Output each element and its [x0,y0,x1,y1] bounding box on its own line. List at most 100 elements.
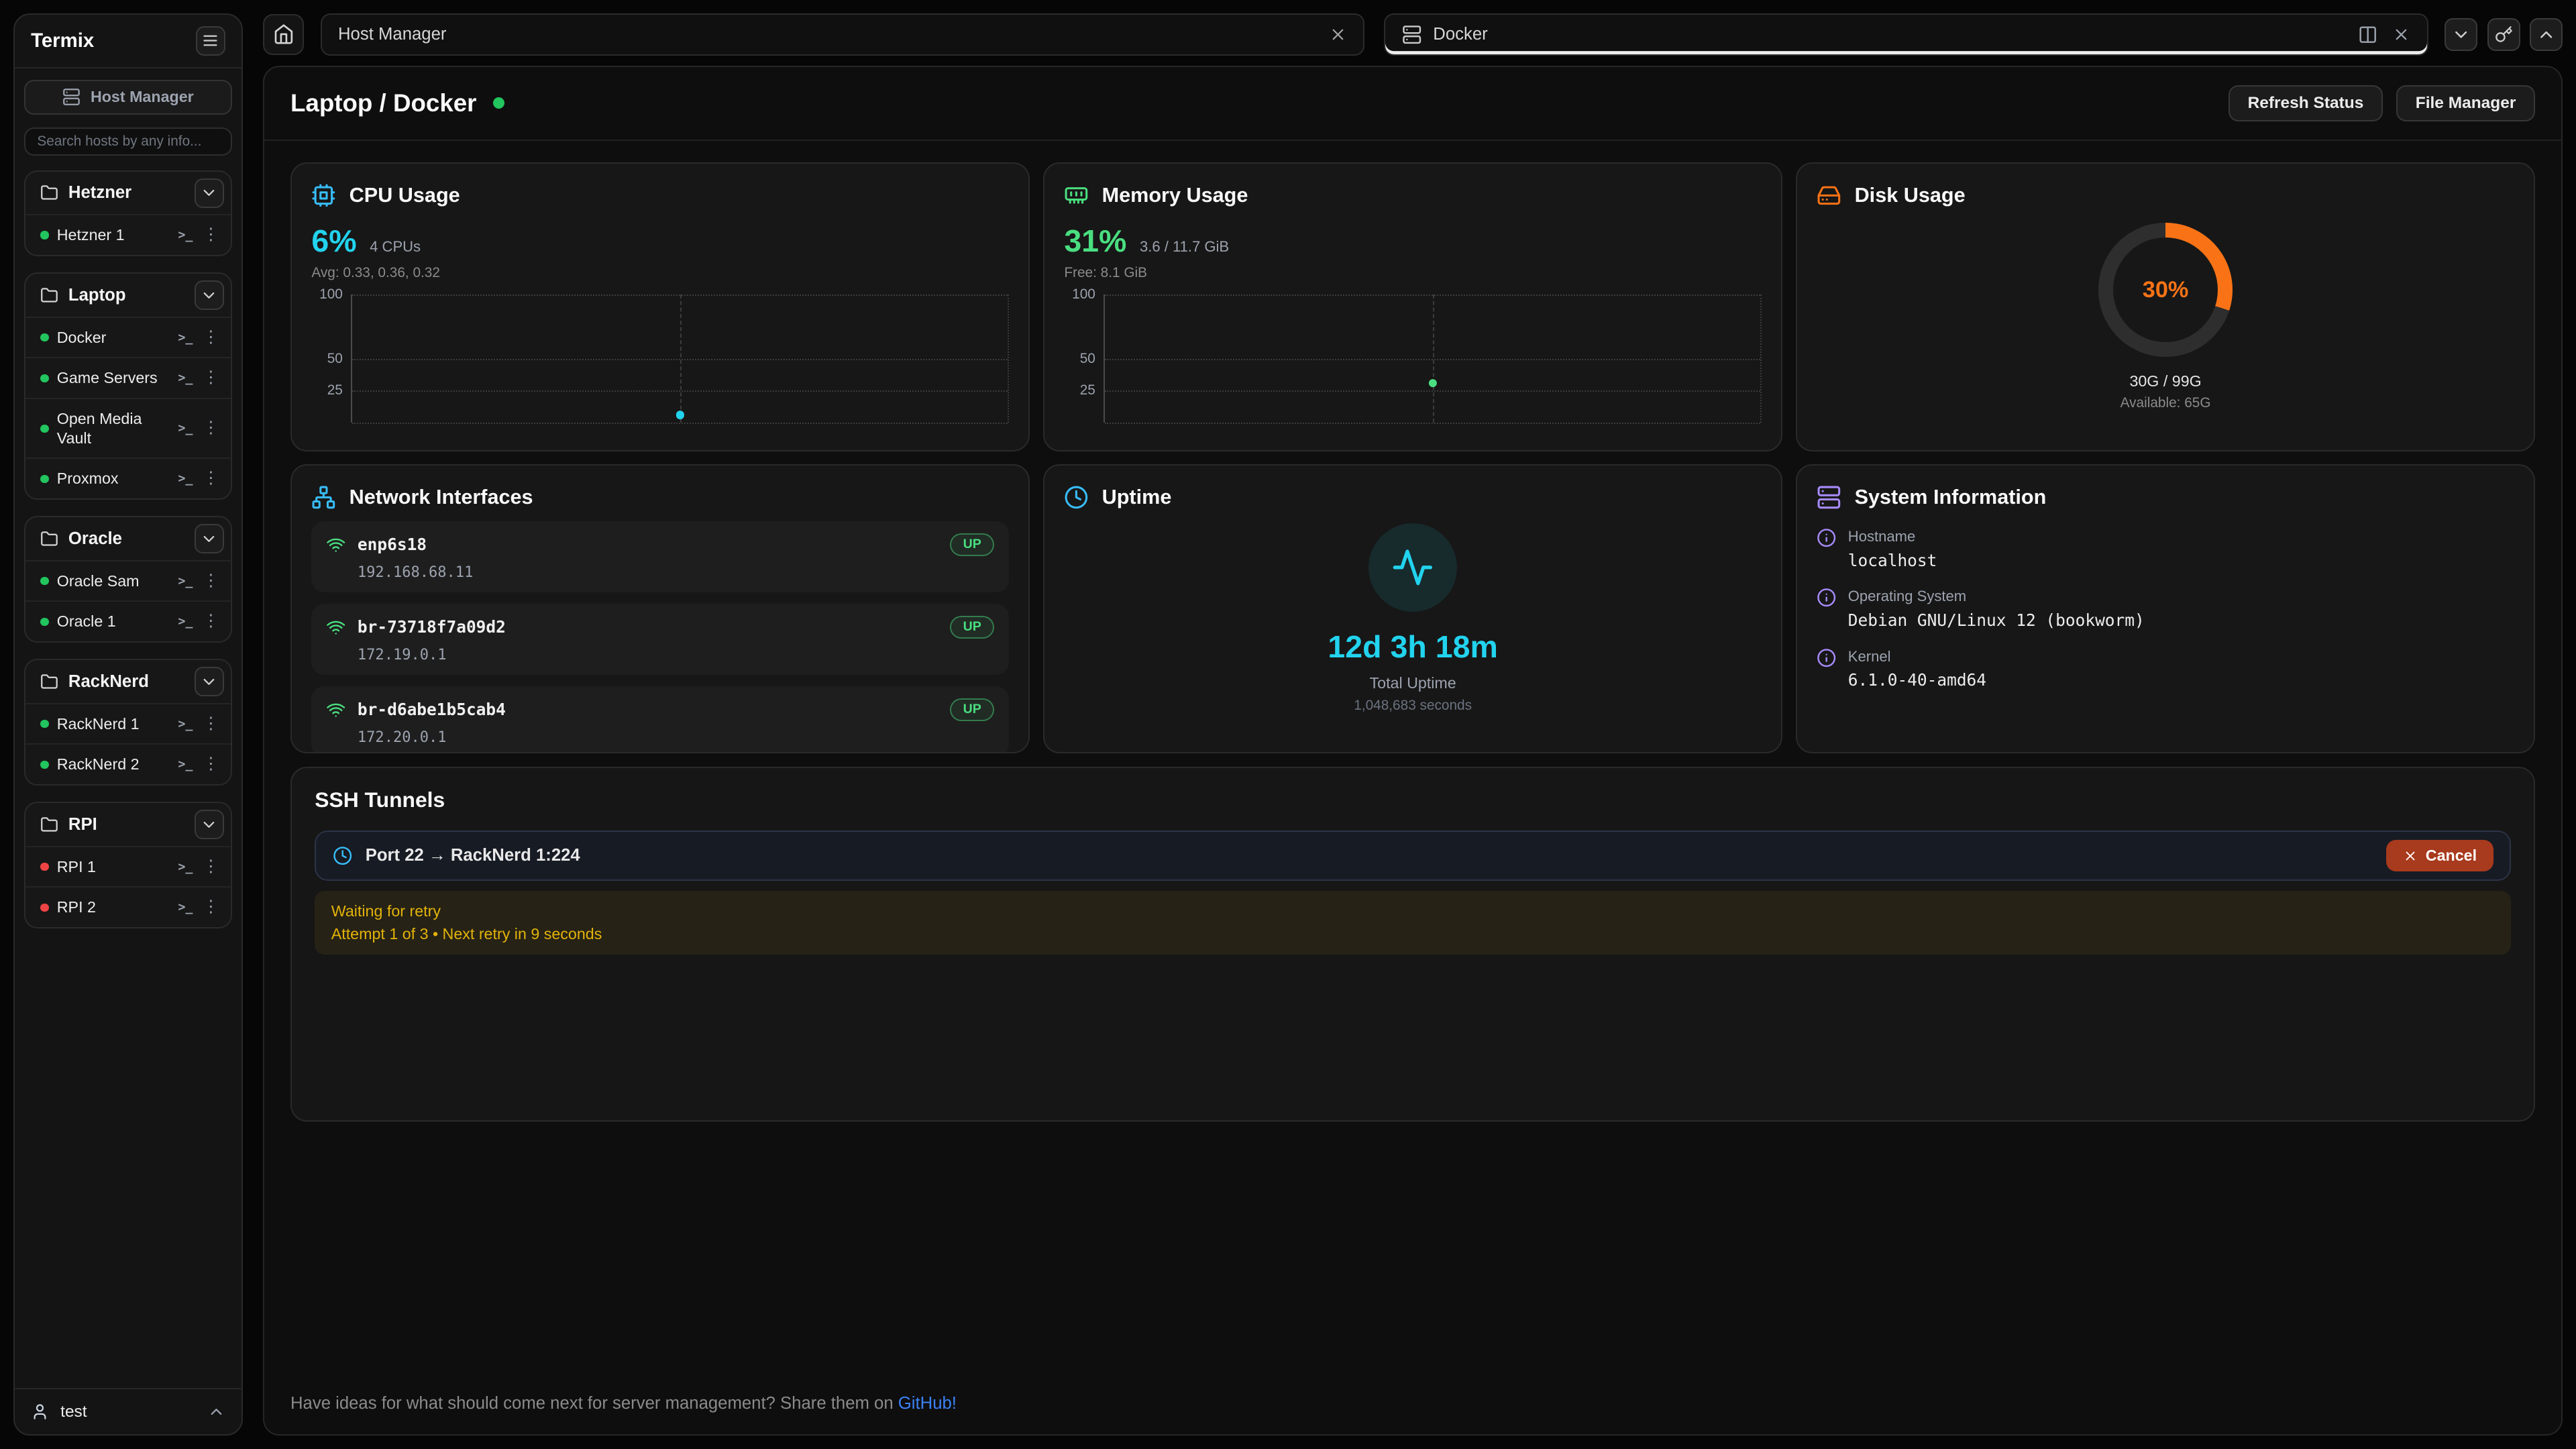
main-area: Host Manager Docker Laptop / Docker [263,13,2563,1436]
terminal-icon[interactable]: >_ [178,472,193,486]
host-item[interactable]: RPI 1 >_ ⋮ [25,846,230,886]
kebab-menu-icon[interactable]: ⋮ [201,329,221,345]
menu-button[interactable] [196,26,225,56]
card-title: Network Interfaces [350,486,533,509]
home-icon [273,23,294,45]
hard-drive-icon [1817,183,1841,208]
clock-icon [1064,485,1089,510]
group-collapse-button[interactable] [195,667,224,696]
collapse-panel-button[interactable] [2445,18,2477,51]
system-info-row: Operating System Debian GNU/Linux 12 (bo… [1817,588,2514,629]
tab-close-icon[interactable] [1329,25,1347,44]
host-manager-button[interactable]: Host Manager [24,80,231,114]
terminal-icon[interactable]: >_ [178,614,193,629]
group-header[interactable]: Hetzner [25,172,230,215]
chevron-down-icon [200,530,218,548]
kebab-menu-icon[interactable]: ⋮ [201,756,221,772]
system-info-value: Debian GNU/Linux 12 (bookworm) [1848,610,2145,630]
group-collapse-button[interactable] [195,280,224,310]
y-tick: 25 [311,382,343,398]
terminal-icon[interactable]: >_ [178,757,193,771]
kebab-menu-icon[interactable]: ⋮ [201,859,221,875]
group-header[interactable]: RPI [25,803,230,846]
home-button[interactable] [263,14,304,55]
warning-title: Waiting for retry [331,902,2495,920]
y-tick: 50 [311,351,343,367]
terminal-icon[interactable]: >_ [178,331,193,345]
terminal-icon[interactable]: >_ [178,421,193,435]
host-group-hetzner: Hetzner Hetzner 1 >_ ⋮ [24,170,231,256]
terminal-icon[interactable]: >_ [178,900,193,914]
group-collapse-button[interactable] [195,524,224,553]
chevron-up-icon[interactable] [207,1403,225,1421]
group-collapse-button[interactable] [195,810,224,839]
system-info-label: Operating System [1848,588,2145,605]
card-title: Uptime [1102,486,1172,509]
disk-donut-chart: 30% [2098,223,2233,358]
network-icon [311,485,336,510]
group-header[interactable]: Oracle [25,517,230,560]
refresh-status-button[interactable]: Refresh Status [2229,85,2383,121]
github-link[interactable]: GitHub! [898,1394,957,1413]
status-dot [40,475,48,483]
host-item[interactable]: Oracle Sam >_ ⋮ [25,560,230,600]
host-item[interactable]: Hetzner 1 >_ ⋮ [25,214,230,254]
memory-usage: 3.6 / 11.7 GiB [1140,238,1229,256]
host-item[interactable]: Proxmox >_ ⋮ [25,458,230,498]
host-item[interactable]: RPI 2 >_ ⋮ [25,886,230,926]
host-item[interactable]: RackNerd 1 >_ ⋮ [25,703,230,743]
tunnel-route: Port 22 → RackNerd 1:224 [366,846,580,865]
group-header[interactable]: RackNerd [25,660,230,703]
tunnel-retry-warning: Waiting for retry Attempt 1 of 3 • Next … [315,891,2511,955]
status-dot [40,333,48,341]
chevron-down-icon [2451,25,2471,44]
host-name: Oracle Sam [57,572,170,591]
status-dot [40,231,48,239]
page-title: Laptop / Docker [290,89,476,117]
terminal-icon[interactable]: >_ [178,371,193,385]
network-interfaces-card: Network Interfaces enp6s18 UP 192.168.68… [290,464,1030,753]
tab-docker[interactable]: Docker [1384,13,2428,56]
tab-host-manager[interactable]: Host Manager [321,13,1364,56]
cpu-usage-card: CPU Usage 6% 4 CPUs Avg: 0.33, 0.36, 0.3… [290,162,1030,451]
kebab-menu-icon[interactable]: ⋮ [201,716,221,732]
search-input[interactable] [24,127,231,156]
host-item[interactable]: RackNerd 2 >_ ⋮ [25,743,230,784]
group-header[interactable]: Laptop [25,274,230,317]
host-item[interactable]: Open Media Vault >_ ⋮ [25,398,230,458]
split-view-icon[interactable] [2358,25,2377,44]
system-info-value: 6.1.0-40-amd64 [1848,670,1986,690]
tab-close-icon[interactable] [2392,25,2410,44]
terminal-icon[interactable]: >_ [178,860,193,874]
group-name: Oracle [68,529,122,549]
cancel-tunnel-button[interactable]: Cancel [2386,840,2493,871]
wifi-icon [326,617,345,637]
kebab-menu-icon[interactable]: ⋮ [201,370,221,386]
disk-available-label: Available: 65G [2121,395,2211,411]
terminal-icon[interactable]: >_ [178,717,193,731]
group-collapse-button[interactable] [195,178,224,208]
cpu-percent: 6% [311,223,356,259]
file-manager-button[interactable]: File Manager [2396,85,2535,121]
terminal-icon[interactable]: >_ [178,574,193,588]
host-item[interactable]: Docker >_ ⋮ [25,317,230,357]
system-info-row: Hostname localhost [1817,528,2514,570]
expand-panel-button[interactable] [2530,18,2563,51]
interface-name: br-d6abe1b5cab4 [358,700,506,719]
kebab-menu-icon[interactable]: ⋮ [201,470,221,486]
host-item[interactable]: Oracle 1 >_ ⋮ [25,600,230,641]
system-information-card: System Information Hostname localhost Op… [1796,464,2535,753]
y-tick: 50 [1064,351,1095,367]
host-name: RPI 1 [57,857,170,877]
user-menu[interactable]: test [15,1388,242,1434]
time-marker [1433,294,1434,423]
kebab-menu-icon[interactable]: ⋮ [201,899,221,915]
kebab-menu-icon[interactable]: ⋮ [201,573,221,589]
host-item[interactable]: Game Servers >_ ⋮ [25,357,230,397]
terminal-icon[interactable]: >_ [178,228,193,242]
ssh-tunnels-section: SSH Tunnels Port 22 → RackNerd 1:224 Can… [290,767,2535,1122]
kebab-menu-icon[interactable]: ⋮ [201,613,221,629]
kebab-menu-icon[interactable]: ⋮ [201,420,221,436]
key-button[interactable] [2487,18,2520,51]
kebab-menu-icon[interactable]: ⋮ [201,227,221,243]
